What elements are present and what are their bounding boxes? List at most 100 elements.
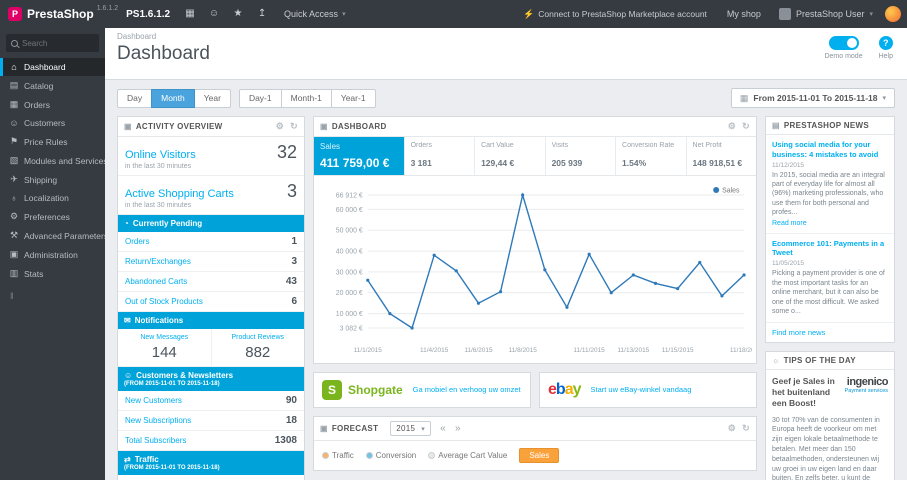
svg-text:60 000 €: 60 000 €	[336, 207, 363, 214]
dashboard-icon: ⌂	[11, 62, 17, 72]
quick-access-menu[interactable]: Quick Access ▾	[274, 0, 356, 28]
online-visitors-label[interactable]: Online Visitors	[125, 149, 196, 161]
customers-row: Total Subscribers 1308	[118, 431, 304, 451]
settings-icon[interactable]: ⚙	[276, 121, 284, 132]
date-range-picker[interactable]: ▦ From 2015-11-01 To 2015-11-18 ▾	[730, 88, 895, 108]
online-visitors-sub: in the last 30 minutes	[118, 163, 304, 176]
customers-label[interactable]: New Customers	[125, 396, 182, 405]
range-button-month-1[interactable]: Month-1	[280, 88, 332, 108]
kpi-tab-net-profit[interactable]: Net Profit 148 918,51 €	[687, 137, 756, 175]
forecast-prev-button[interactable]: «	[440, 423, 446, 434]
pending-label[interactable]: Return/Exchanges	[125, 257, 191, 266]
section-subtitle: (FROM 2015-11-01 TO 2015-11-18)	[124, 465, 220, 471]
sidebar-item-localization[interactable]: ♁ Localization	[0, 189, 105, 207]
kpi-tab-visits[interactable]: Visits 205 939	[546, 137, 617, 175]
range-button-day-1[interactable]: Day-1	[238, 88, 282, 108]
active-carts-label[interactable]: Active Shopping Carts	[125, 188, 234, 200]
news-title-link[interactable]: Using social media for your business: 4 …	[772, 140, 888, 160]
shopgate-promo-link[interactable]: Ga mobiel en verhoog uw omzet	[413, 385, 521, 394]
my-shop-link[interactable]: My shop	[717, 9, 771, 19]
search-input[interactable]	[22, 38, 92, 48]
demo-mode-toggle[interactable]	[828, 36, 859, 50]
forecast-panel-header: ▣ Forecast 2015 ▾ « » ⚙ ↻	[314, 417, 756, 441]
activity-overview-header: ▣ Activity overview ⚙ ↻	[118, 117, 304, 137]
notification-value: 882	[245, 344, 271, 361]
kpi-tab-sales[interactable]: Sales 411 759,00 €	[314, 137, 405, 175]
refresh-icon[interactable]: ↻	[742, 121, 750, 132]
sidebar-item-stats[interactable]: ▥ Stats	[0, 264, 105, 283]
dashboard-panel-icon: ▣	[320, 122, 328, 131]
google-analytics-link[interactable]: Link to your Google Analytics account	[118, 475, 304, 480]
sidebar-item-preferences[interactable]: ⚙ Preferences	[0, 207, 105, 226]
brand-name: ingenico	[846, 376, 889, 389]
pending-label[interactable]: Abandoned Carts	[125, 277, 187, 286]
read-more-link[interactable]: Read more	[772, 220, 888, 227]
range-button-year[interactable]: Year	[193, 88, 231, 108]
forecast-next-button[interactable]: »	[455, 423, 461, 434]
sidebar-item-customers[interactable]: ☺ Customers	[0, 114, 105, 132]
sidebar-item-dashboard[interactable]: ⌂ Dashboard	[0, 58, 105, 76]
news-panel-header: ▤ PrestaShop News	[766, 117, 894, 135]
chevron-down-icon: ▾	[342, 11, 346, 18]
sidebar-collapse-button[interactable]: ‖	[0, 283, 105, 309]
shopgate-module-card[interactable]: S Shopgate Ga mobiel en verhoog uw omzet	[313, 372, 531, 408]
forecast-year-value: 2015	[396, 424, 416, 433]
range-button-day[interactable]: Day	[117, 88, 153, 108]
forecast-series-sales[interactable]: Sales	[519, 448, 560, 463]
panel-title: Activity overview	[135, 122, 223, 131]
sidebar-item-price-rules[interactable]: ⚑ Price Rules	[0, 132, 105, 151]
ebay-promo-link[interactable]: Start uw eBay-winkel vandaag	[591, 385, 692, 394]
forecast-series-average-cart-value[interactable]: Average Cart Value	[428, 451, 507, 460]
range-button-month[interactable]: Month	[151, 88, 195, 108]
ebay-module-card[interactable]: ebay Start uw eBay-winkel vandaag	[539, 372, 757, 408]
refresh-icon[interactable]: ↻	[742, 423, 750, 434]
pending-label[interactable]: Out of Stock Products	[125, 297, 203, 306]
page-title: Dashboard	[117, 43, 210, 64]
favorites-icon[interactable]: ★	[226, 0, 250, 28]
sidebar-item-administration[interactable]: ▣ Administration	[0, 245, 105, 264]
app-logo[interactable]: PrestaShop	[27, 7, 94, 21]
marketplace-link[interactable]: ⚡ Connect to PrestaShop Marketplace acco…	[513, 9, 717, 20]
customers-label[interactable]: Total Subscribers	[125, 436, 186, 445]
forecast-series-conversion[interactable]: Conversion	[365, 451, 416, 460]
feedback-avatar-badge[interactable]	[885, 6, 901, 22]
notification-cell-new-messages[interactable]: New Messages 144	[118, 329, 212, 366]
settings-icon[interactable]: ⚙	[728, 121, 736, 132]
kpi-tab-conversion-rate[interactable]: Conversion Rate 1.54%	[616, 137, 687, 175]
sidebar-search[interactable]	[6, 34, 99, 52]
sidebar-item-advanced-parameters[interactable]: ⚒ Advanced Parameters	[0, 226, 105, 245]
customers-icon[interactable]: ☺	[202, 0, 226, 28]
forecast-series-traffic[interactable]: Traffic	[322, 451, 354, 460]
find-more-news-link[interactable]: Find more news	[766, 323, 894, 342]
chevron-down-icon: ▾	[882, 95, 886, 102]
localization-icon: ♁	[10, 193, 18, 203]
sidebar-item-catalog[interactable]: ▤ Catalog	[0, 76, 105, 95]
page-header: Dashboard Dashboard Demo mode ? Help	[105, 28, 907, 80]
news-title-link[interactable]: Ecommerce 101: Payments in a Tweet	[772, 239, 888, 259]
forecast-panel: ▣ Forecast 2015 ▾ « » ⚙ ↻ Traffic Convers…	[313, 416, 757, 471]
settings-icon[interactable]: ⚙	[728, 423, 736, 434]
traffic-icon: ⇄	[124, 455, 131, 464]
panel-actions: ⚙ ↻	[276, 121, 298, 132]
kpi-tab-orders[interactable]: Orders 3 181	[405, 137, 476, 175]
sidebar-item-shipping[interactable]: ✈ Shipping	[0, 170, 105, 189]
sidebar-item-label: Localization	[24, 193, 69, 203]
date-range-toolbar: Day Month Year Day-1 Month-1 Year-1 ▦ From 20…	[105, 80, 907, 114]
refresh-icon[interactable]: ↻	[290, 121, 298, 132]
upgrade-icon[interactable]: ↥	[250, 0, 274, 28]
customers-label[interactable]: New Subscriptions	[125, 416, 191, 425]
orders-icon[interactable]: ▦	[178, 0, 202, 28]
help-icon[interactable]: ?	[878, 36, 893, 50]
user-menu[interactable]: PrestaShop User ▾	[771, 8, 881, 20]
forecast-year-select[interactable]: 2015 ▾	[390, 421, 432, 436]
toggle-knob	[846, 38, 857, 48]
active-carts-row: Active Shopping Carts 3	[118, 176, 304, 202]
help-widget: ? Help	[879, 36, 893, 60]
range-button-year-1[interactable]: Year-1	[330, 88, 376, 108]
pending-label[interactable]: Orders	[125, 237, 149, 246]
calendar-icon: ▦	[739, 92, 749, 103]
sidebar-item-modules-and-services[interactable]: ▧ Modules and Services	[0, 151, 105, 170]
sidebar-item-orders[interactable]: ▦ Orders	[0, 95, 105, 114]
notification-cell-product-reviews[interactable]: Product Reviews 882	[212, 329, 305, 366]
kpi-tab-cart-value[interactable]: Cart Value 129,44 €	[475, 137, 546, 175]
